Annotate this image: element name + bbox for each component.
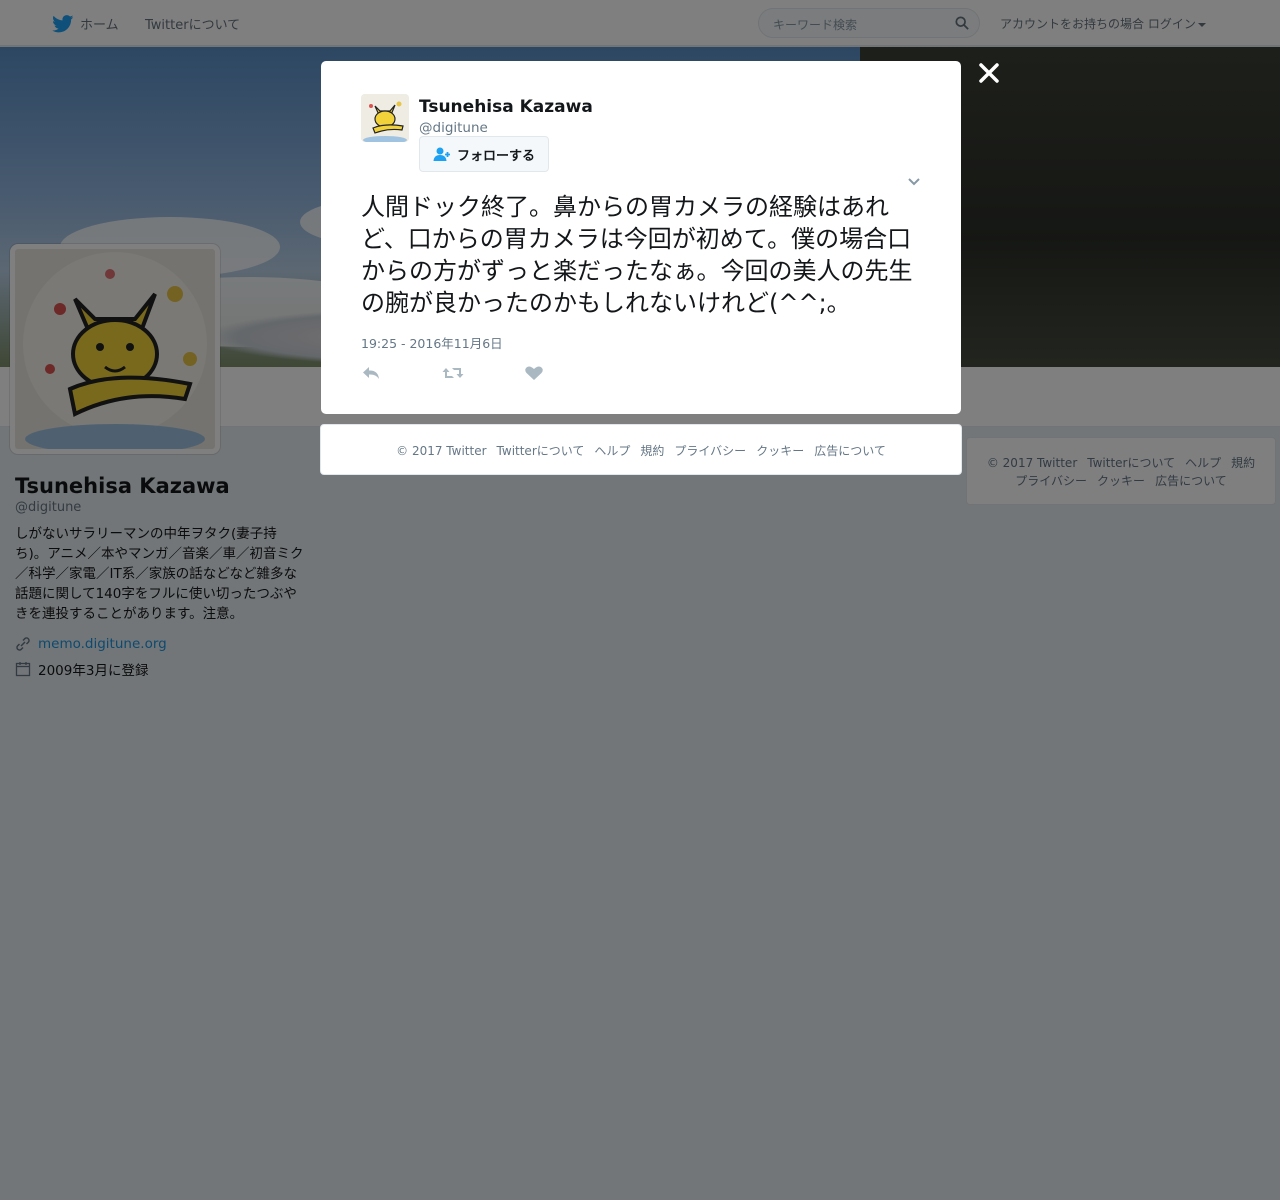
footer-copyright: © 2017 Twitter: [396, 444, 487, 458]
footer-link-help[interactable]: ヘルプ: [594, 444, 630, 458]
reply-icon[interactable]: [361, 365, 381, 381]
follow-button[interactable]: フォローする: [419, 136, 549, 172]
close-button[interactable]: [976, 60, 1002, 86]
footer-link-terms[interactable]: 規約: [640, 444, 664, 458]
tweet-text: 人間ドック終了。鼻からの胃カメラの経験はあれど、口からの胃カメラは今回が初めて。…: [361, 193, 913, 317]
add-user-icon: [433, 147, 450, 161]
tweet-author-name[interactable]: Tsunehisa Kazawa: [419, 97, 593, 117]
footer-link-privacy[interactable]: プライバシー: [674, 444, 746, 458]
retweet-icon[interactable]: [442, 365, 464, 381]
close-icon: [979, 63, 999, 83]
modal-footer: © 2017 Twitter Twitterについて ヘルプ 規約 プライバシー クッキー…: [320, 424, 962, 475]
follow-button-label: フォローする: [456, 148, 535, 164]
tweet-author-avatar[interactable]: [361, 94, 409, 142]
chevron-down-icon[interactable]: [907, 177, 921, 187]
footer-link-about[interactable]: Twitterについて: [497, 444, 585, 458]
heart-icon[interactable]: [524, 365, 544, 381]
footer-link-ads[interactable]: 広告について: [814, 444, 886, 458]
footer-link-cookies[interactable]: クッキー: [756, 444, 804, 458]
tweet-author-handle[interactable]: @digitune: [419, 120, 488, 136]
tweet-timestamp[interactable]: 19:25 - 2016年11月6日: [361, 333, 503, 352]
avatar-image: [361, 94, 409, 142]
tweet-modal: Tsunehisa Kazawa @digitune フォローする 人間ドック終…: [321, 61, 961, 414]
